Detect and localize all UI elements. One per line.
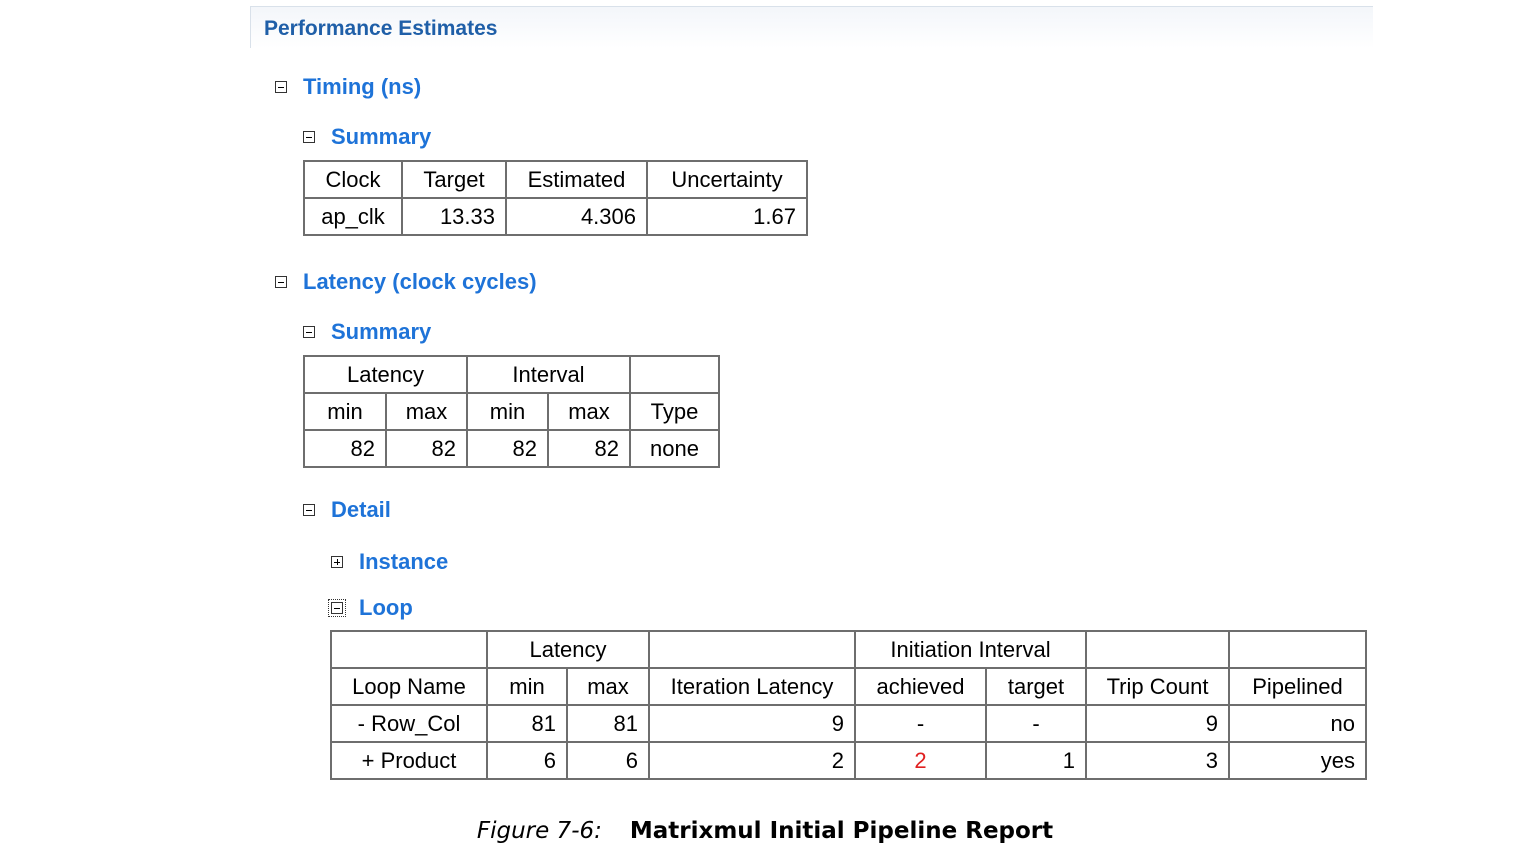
table-cell: 13.33 bbox=[401, 197, 507, 236]
loop-name-cell[interactable]: - Row_Col bbox=[330, 704, 488, 743]
header-cell: Latency bbox=[486, 630, 650, 669]
table-row: 82 82 82 82 none bbox=[303, 429, 720, 468]
header-cell: target bbox=[984, 667, 1088, 706]
table-cell: no bbox=[1228, 704, 1368, 743]
header-cell: Uncertainty bbox=[646, 160, 808, 199]
collapse-icon[interactable] bbox=[275, 276, 287, 288]
achieved-ii-cell: 2 bbox=[854, 741, 987, 780]
table-cell: 82 bbox=[385, 429, 468, 468]
header-cell: achieved bbox=[854, 667, 987, 706]
table-cell: 81 bbox=[566, 704, 650, 743]
header-cell: Loop Name bbox=[330, 667, 488, 706]
header-cell: Target bbox=[401, 160, 507, 199]
table-row: ap_clk 13.33 4.306 1.67 bbox=[303, 197, 808, 236]
header-cell: max bbox=[547, 392, 631, 431]
header-cell bbox=[1085, 630, 1231, 669]
table-cell: - bbox=[854, 704, 987, 743]
section-loop-label: Loop bbox=[359, 595, 413, 620]
header-cell: min bbox=[486, 667, 568, 706]
table-cell: ap_clk bbox=[303, 197, 403, 236]
timing-summary-table: Clock Target Estimated Uncertainty ap_cl… bbox=[303, 160, 808, 236]
table-cell: 4.306 bbox=[505, 197, 648, 236]
table-row[interactable]: - Row_Col 81 81 9 - - 9 no bbox=[330, 704, 1368, 743]
collapse-icon[interactable] bbox=[303, 504, 315, 516]
collapse-icon[interactable] bbox=[303, 131, 315, 143]
table-header-row: Loop Name min max Iteration Latency achi… bbox=[330, 667, 1368, 706]
figure-title: Matrixmul Initial Pipeline Report bbox=[629, 818, 1054, 844]
header-cell: Iteration Latency bbox=[648, 667, 856, 706]
section-latency-summary-label: Summary bbox=[331, 319, 432, 344]
header-cell bbox=[648, 630, 856, 669]
header-cell bbox=[629, 355, 720, 394]
section-detail-label: Detail bbox=[331, 497, 391, 522]
table-cell: 1 bbox=[984, 741, 1088, 780]
header-cell: max bbox=[385, 392, 468, 431]
table-cell: 6 bbox=[566, 741, 650, 780]
section-timing-label: Timing (ns) bbox=[303, 74, 422, 99]
header-cell: min bbox=[466, 392, 549, 431]
figure-caption: Figure 7-6: Matrixmul Initial Pipeline Re… bbox=[0, 818, 1530, 844]
section-latency[interactable]: Latency (clock cycles) bbox=[275, 269, 537, 295]
table-row[interactable]: + Product 6 6 2 2 1 3 yes bbox=[330, 741, 1368, 780]
section-instance[interactable]: Instance bbox=[331, 549, 448, 575]
table-cell: 1.67 bbox=[646, 197, 808, 236]
collapse-icon[interactable] bbox=[328, 599, 346, 617]
header-cell: min bbox=[303, 392, 387, 431]
collapse-icon[interactable] bbox=[275, 81, 287, 93]
header-cell: Initiation Interval bbox=[853, 630, 1088, 669]
header-cell: Trip Count bbox=[1085, 667, 1231, 706]
table-cell: 82 bbox=[303, 429, 387, 468]
header-cell: max bbox=[566, 667, 650, 706]
table-header-row: min max min max Type bbox=[303, 392, 720, 431]
table-cell: 2 bbox=[648, 741, 856, 780]
section-instance-label: Instance bbox=[359, 549, 449, 574]
section-timing[interactable]: Timing (ns) bbox=[275, 74, 421, 100]
table-header-row: Latency Initiation Interval bbox=[330, 630, 1368, 669]
header-cell: Interval bbox=[466, 355, 631, 394]
section-timing-summary[interactable]: Summary bbox=[303, 124, 431, 150]
table-cell: 82 bbox=[547, 429, 631, 468]
expand-icon[interactable] bbox=[331, 556, 343, 568]
panel-title: Performance Estimates bbox=[264, 17, 498, 40]
table-cell: 9 bbox=[648, 704, 856, 743]
header-cell: Latency bbox=[303, 355, 468, 394]
table-header-row: Clock Target Estimated Uncertainty bbox=[303, 160, 808, 199]
table-cell: 6 bbox=[486, 741, 568, 780]
collapse-icon[interactable] bbox=[303, 326, 315, 338]
latency-summary-table: Latency Interval min max min max Type 82… bbox=[303, 355, 720, 468]
loop-name-cell[interactable]: + Product bbox=[330, 741, 488, 780]
section-latency-summary[interactable]: Summary bbox=[303, 319, 431, 345]
header-cell bbox=[330, 630, 488, 669]
table-cell: - bbox=[984, 704, 1088, 743]
section-loop[interactable]: Loop bbox=[328, 595, 413, 621]
section-latency-label: Latency (clock cycles) bbox=[303, 269, 537, 294]
table-cell: 82 bbox=[466, 429, 549, 468]
table-cell: yes bbox=[1228, 741, 1368, 780]
header-cell bbox=[1228, 630, 1368, 669]
section-detail[interactable]: Detail bbox=[303, 497, 391, 523]
header-cell: Type bbox=[629, 392, 720, 431]
header-cell: Estimated bbox=[505, 160, 648, 199]
table-header-row: Latency Interval bbox=[303, 355, 720, 394]
section-timing-summary-label: Summary bbox=[331, 124, 432, 149]
figure-number: Figure 7-6: bbox=[476, 818, 602, 844]
header-cell: Pipelined bbox=[1228, 667, 1368, 706]
panel-header: Performance Estimates bbox=[250, 6, 1373, 48]
table-cell: 3 bbox=[1085, 741, 1231, 780]
header-cell: Clock bbox=[303, 160, 403, 199]
table-cell: none bbox=[629, 429, 720, 468]
table-cell: 9 bbox=[1085, 704, 1231, 743]
table-cell: 81 bbox=[486, 704, 568, 743]
loop-table: Latency Initiation Interval Loop Name mi… bbox=[330, 630, 1368, 780]
